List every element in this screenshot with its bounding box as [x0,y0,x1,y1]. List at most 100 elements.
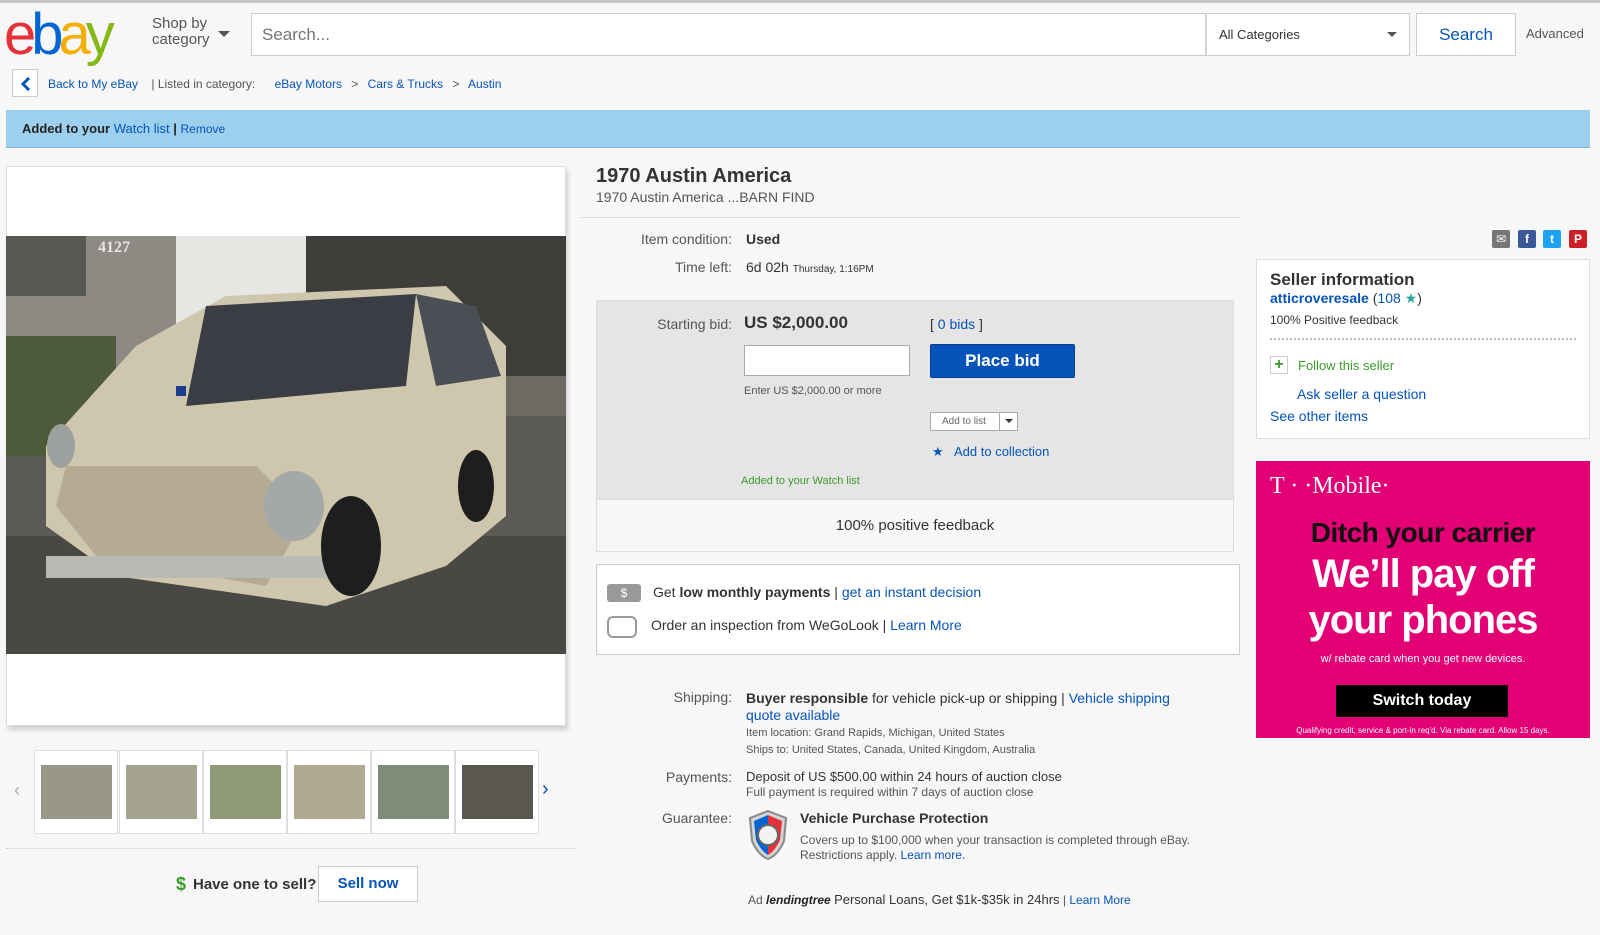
guarantee-learn-more-link[interactable]: Learn more. [901,848,966,862]
payments-full: Full payment is required within 7 days o… [746,785,1034,799]
time-left-label: Time left: [674,259,732,275]
back-button[interactable] [12,69,38,97]
house-number: 4127 [98,239,130,256]
chevron-down-icon[interactable] [218,31,230,37]
shop-by-category[interactable]: Shop by category [152,16,210,48]
seller-name-link[interactable]: atticroveresale [1270,290,1369,306]
facebook-icon[interactable]: f [1518,230,1536,248]
seller-score-bracket: ) [1417,290,1422,306]
divider [6,848,576,849]
add-to-collection-link[interactable]: Add to collection [954,444,1049,459]
vehicle-shipping-link[interactable]: Vehicle shipping [1069,690,1170,706]
watch-list-link[interactable]: Watch list [114,121,170,136]
ad-headline-2b: your phones [1308,598,1538,642]
bids-link[interactable]: 0 bids [938,316,975,332]
thumbnail[interactable] [455,750,539,834]
starting-bid-label: Starting bid: [657,316,732,332]
tmobile-logo: T · ·Mobile· [1270,473,1390,499]
search-box[interactable] [251,13,1206,56]
ebay-logo[interactable]: ebay [4,6,140,64]
ad-fine-print: Qualifying credit, service & port-in req… [1296,726,1550,735]
top-border [0,0,1600,3]
ad-headline-2: We’ll pay off your phones [1256,551,1590,643]
search-button[interactable]: Search [1416,13,1516,56]
guarantee-restrictions: Restrictions apply. [800,848,898,862]
remove-watch-link[interactable]: Remove [180,122,225,136]
chevron-left-icon[interactable]: ‹ [14,780,20,801]
item-location: Item location: Grand Rapids, Michigan, U… [746,727,1005,739]
bid-count-bracket: ] [979,316,983,332]
condition-label: Item condition: [640,231,732,247]
guarantee-line2: Restrictions apply. Learn more. [800,848,965,862]
sell-now-button[interactable]: Sell now [318,866,418,902]
item-subtitle: 1970 Austin America ...BARN FIND [596,189,815,205]
ad-subtext: w/ rebate card when you get new devices. [1320,653,1526,665]
positive-feedback-footer: 100% positive feedback [597,499,1233,551]
separator: | [1061,690,1065,706]
watch-banner-separator: | [173,121,177,136]
tmobile-ad[interactable]: T · ·Mobile· Ditch your carrier We’ll pa… [1256,461,1590,738]
ad-headline-1: Ditch your carrier [1310,517,1536,548]
breadcrumb-ebay-motors[interactable]: eBay Motors [275,77,342,91]
lendingtree-logo[interactable]: lendingtree [766,893,831,907]
plus-icon[interactable]: + [1270,356,1288,374]
twitter-icon[interactable]: t [1543,230,1561,248]
see-other-items-link[interactable]: See other items [1270,408,1368,424]
shipping-bold: Buyer responsible [746,690,869,706]
category-select[interactable]: All Categories [1206,13,1410,56]
breadcrumb-cars-trucks[interactable]: Cars & Trucks [368,77,443,91]
item-title: 1970 Austin America [596,165,792,187]
email-icon[interactable]: ✉ [1492,230,1510,248]
breadcrumb: Back to My eBay | Listed in category: eB… [48,77,507,91]
inspection-learn-more-link[interactable]: Learn More [890,617,962,633]
place-bid-button[interactable]: Place bid [930,344,1075,378]
divider [1270,338,1576,340]
inspection-icon [607,616,637,638]
added-to-watch-note: Added to your Watch list [741,475,860,487]
star-icon: ★ [1404,290,1418,306]
vehicle-shipping-link-2[interactable]: quote available [746,707,840,723]
breadcrumb-separator: > [452,77,460,91]
payments-label: Payments: [665,769,732,785]
thumbnail[interactable] [34,750,118,834]
seller-feedback-score[interactable]: 108 [1377,290,1400,306]
shield-icon [746,809,790,861]
thumbnail[interactable] [203,750,287,834]
bid-amount-input[interactable] [744,345,910,376]
lendingtree-text: Personal Loans, Get $1k-$35k in 24hrs [834,892,1060,907]
search-input[interactable] [252,14,1205,55]
chevron-right-icon[interactable]: › [542,778,549,801]
time-left-duration: 6d 02h [746,259,789,275]
lendingtree-learn-more-link[interactable]: Learn More [1069,893,1130,907]
breadcrumb-austin[interactable]: Austin [468,77,501,91]
payments-deposit: Deposit of US $500.00 within 24 hours of… [746,769,1062,784]
separator: | [882,617,887,633]
ask-seller-link[interactable]: Ask seller a question [1297,386,1426,402]
advanced-search-link[interactable]: Advanced [1526,26,1584,41]
shipping-label: Shipping: [673,689,732,705]
switch-today-button[interactable]: Switch today [1336,685,1508,717]
thumbnail[interactable] [287,750,371,834]
financing-prefix: Get [653,584,676,600]
ships-to: Ships to: United States, Canada, United … [746,744,1036,756]
separator: | [1062,893,1066,907]
thumbnail[interactable] [119,750,203,834]
bid-minimum-note: Enter US $2,000.00 or more [744,385,882,397]
dollar-icon: $ [176,874,187,894]
bid-count-bracket: [ [930,316,934,332]
seller-positive-feedback: 100% Positive feedback [1270,313,1399,327]
pinterest-icon[interactable]: P [1569,230,1587,248]
back-to-my-ebay-link[interactable]: Back to My eBay [48,77,138,91]
financing-row: Get low monthly payments | get an instan… [653,584,981,600]
shop-by-line1: Shop by [152,15,208,32]
instant-decision-link[interactable]: get an instant decision [842,584,981,600]
have-one-to-sell-label: Have one to sell? [193,876,317,893]
add-to-list-dropdown[interactable] [999,412,1018,431]
time-left-value: 6d 02h Thursday, 1:16PM [746,259,874,275]
guarantee-title: Vehicle Purchase Protection [800,810,989,826]
thumbnail[interactable] [371,750,455,834]
guarantee-line1: Covers up to $100,000 when your transact… [800,833,1191,847]
car-photo[interactable]: 4127 [6,236,566,654]
separator: | [834,584,838,600]
follow-seller-link[interactable]: Follow this seller [1298,358,1394,373]
